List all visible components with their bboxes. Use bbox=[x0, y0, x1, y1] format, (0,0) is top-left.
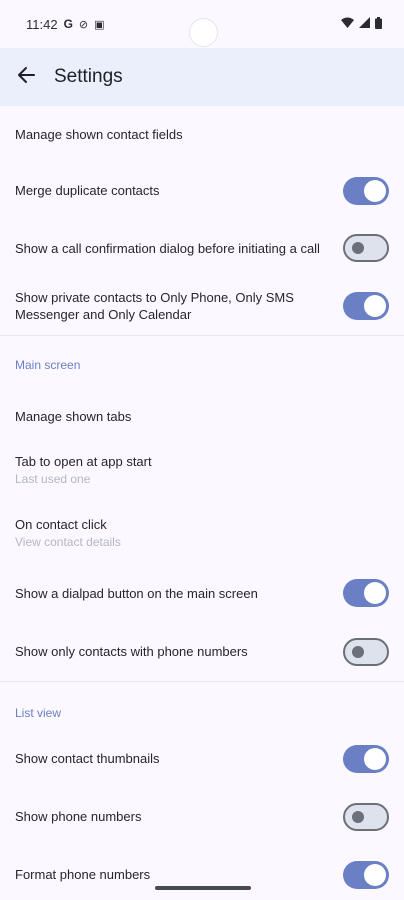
setting-on-contact-click[interactable]: On contact click View contact details bbox=[0, 502, 404, 564]
back-button[interactable] bbox=[0, 51, 52, 103]
contact-thumbnails-toggle[interactable] bbox=[343, 744, 389, 773]
setting-label: Show phone numbers bbox=[15, 809, 142, 824]
signal-icon bbox=[359, 17, 370, 31]
setting-contact-thumbnails[interactable]: Show contact thumbnails bbox=[0, 744, 404, 773]
setting-label: Tab to open at app start bbox=[15, 454, 152, 469]
toggle-knob bbox=[352, 242, 364, 254]
setting-value: View contact details bbox=[15, 535, 121, 549]
setting-label: Merge duplicate contacts bbox=[15, 183, 160, 198]
battery-icon bbox=[375, 16, 382, 32]
toggle-knob bbox=[352, 810, 364, 823]
section-header-list-view: List view bbox=[15, 706, 62, 720]
setting-label: On contact click bbox=[15, 517, 107, 532]
setting-phone-numbers[interactable]: Show phone numbers bbox=[0, 802, 404, 831]
status-time: 11:42 bbox=[26, 16, 58, 32]
format-phone-numbers-toggle[interactable] bbox=[343, 860, 389, 889]
only-phone-numbers-toggle[interactable] bbox=[343, 637, 389, 666]
setting-label: Format phone numbers bbox=[15, 867, 151, 882]
status-right bbox=[341, 16, 382, 32]
google-icon: G bbox=[63, 17, 73, 31]
section-header-main-screen: Main screen bbox=[15, 358, 81, 372]
wifi-icon bbox=[341, 17, 354, 31]
setting-manage-tabs[interactable]: Manage shown tabs bbox=[0, 394, 404, 438]
setting-label: Manage shown contact fields bbox=[15, 126, 183, 142]
dialpad-button-toggle[interactable] bbox=[343, 579, 389, 607]
setting-merge-duplicates[interactable]: Merge duplicate contacts bbox=[0, 162, 404, 219]
setting-manage-contact-fields[interactable]: Manage shown contact fields bbox=[0, 106, 404, 162]
setting-label: Show only contacts with phone numbers bbox=[15, 644, 248, 659]
setting-label: Show a dialpad button on the main screen bbox=[15, 585, 258, 601]
setting-format-phone-numbers[interactable]: Format phone numbers bbox=[0, 860, 404, 889]
page-title: Settings bbox=[54, 66, 123, 87]
setting-value: Last used one bbox=[15, 472, 91, 486]
setting-label: Show a call confirmation dialog before i… bbox=[15, 240, 320, 256]
setting-label: Show private contacts to Only Phone, Onl… bbox=[15, 289, 294, 322]
notification-icon: ▣ bbox=[94, 18, 105, 31]
camera-cutout bbox=[189, 18, 218, 47]
setting-dialpad-button[interactable]: Show a dialpad button on the main screen bbox=[0, 564, 404, 622]
toggle-knob bbox=[364, 863, 386, 886]
app-bar: Settings bbox=[0, 48, 404, 106]
setting-label: Manage shown tabs bbox=[15, 408, 132, 424]
status-left: 11:42 G ⊘ ▣ bbox=[26, 17, 105, 32]
setting-label: Show contact thumbnails bbox=[15, 751, 160, 766]
toggle-knob bbox=[352, 645, 364, 658]
setting-only-phone-numbers[interactable]: Show only contacts with phone numbers bbox=[0, 622, 404, 681]
gesture-bar[interactable] bbox=[155, 886, 251, 890]
merge-duplicates-toggle[interactable] bbox=[343, 176, 389, 205]
settings-list: Manage shown contact fields Merge duplic… bbox=[0, 106, 404, 889]
setting-private-contacts[interactable]: Show private contacts to Only Phone, Onl… bbox=[0, 277, 404, 334]
setting-tab-to-open[interactable]: Tab to open at app start Last used one bbox=[0, 438, 404, 502]
toggle-knob bbox=[364, 582, 386, 604]
phone-numbers-toggle[interactable] bbox=[343, 802, 389, 831]
arrow-back-icon bbox=[17, 66, 35, 89]
toggle-knob bbox=[364, 747, 386, 770]
toggle-knob bbox=[364, 294, 386, 317]
toggle-knob bbox=[364, 179, 386, 202]
call-confirmation-toggle[interactable] bbox=[343, 234, 389, 262]
dnd-icon: ⊘ bbox=[78, 18, 89, 31]
private-contacts-toggle[interactable] bbox=[343, 291, 389, 320]
setting-call-confirmation[interactable]: Show a call confirmation dialog before i… bbox=[0, 219, 404, 277]
